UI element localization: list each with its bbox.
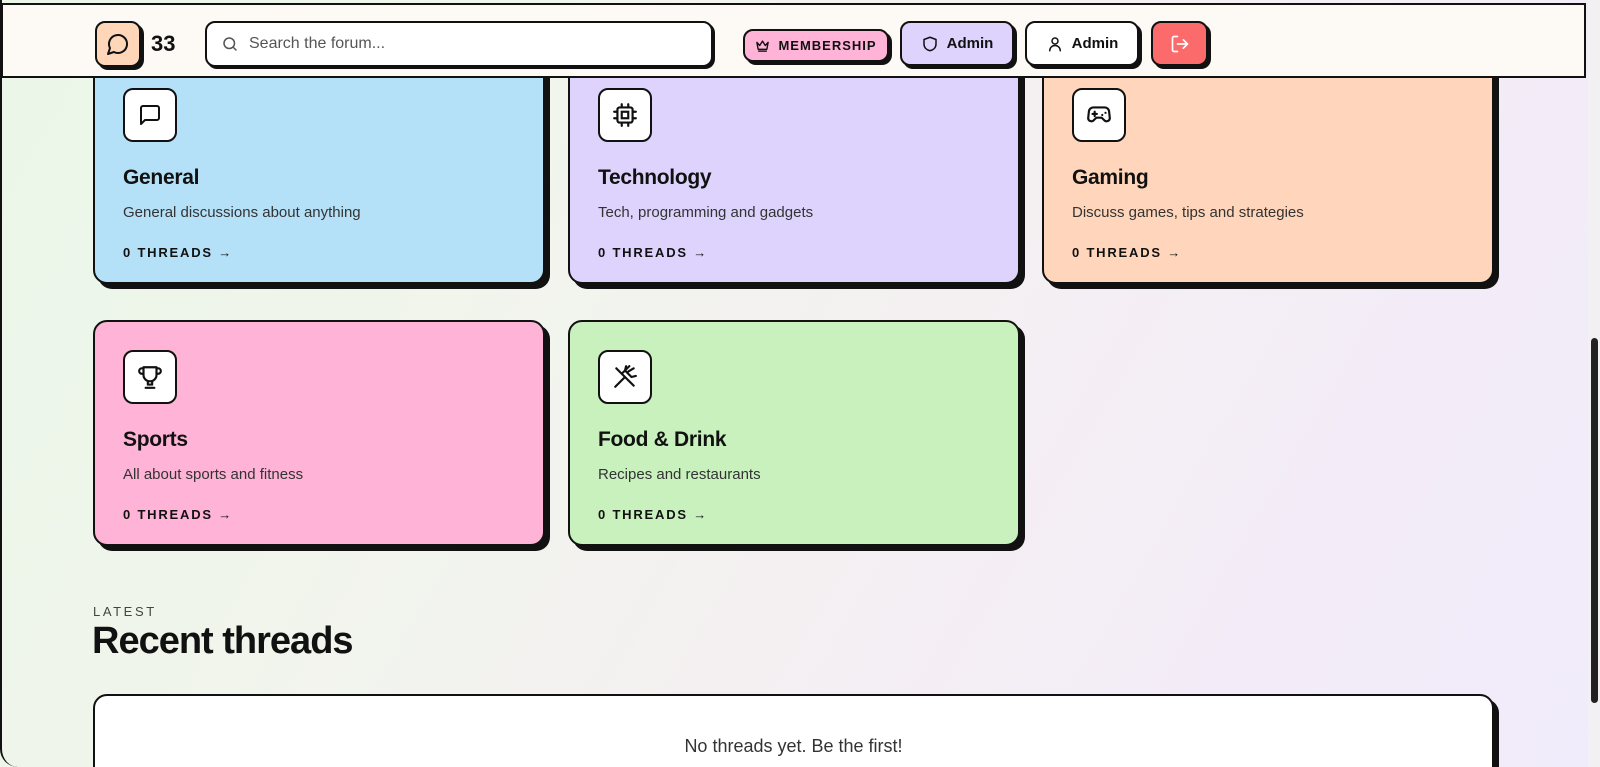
top-header: 33 MEMBERSHIP Admin Admin xyxy=(1,3,1586,78)
category-threads-link[interactable]: 0 THREADS → xyxy=(123,507,515,522)
logo-button[interactable] xyxy=(95,21,141,67)
scrollbar-thumb[interactable] xyxy=(1591,338,1598,703)
user-profile-button[interactable]: Admin xyxy=(1025,21,1139,66)
search-input[interactable] xyxy=(249,35,689,53)
search-icon xyxy=(221,35,239,53)
category-description: Discuss games, tips and strategies xyxy=(1072,204,1304,221)
category-threads-link[interactable]: 0 THREADS → xyxy=(1072,245,1464,260)
cpu-icon xyxy=(598,88,652,142)
logout-button[interactable] xyxy=(1151,21,1208,66)
search-bar[interactable] xyxy=(205,21,713,67)
category-threads-link[interactable]: 0 THREADS → xyxy=(598,507,990,522)
category-card-general[interactable]: General General discussions about anythi… xyxy=(93,58,545,284)
admin-role-button[interactable]: Admin xyxy=(900,21,1014,66)
category-card-food-drink[interactable]: Food & Drink Recipes and restaurants 0 T… xyxy=(568,320,1020,546)
membership-label: MEMBERSHIP xyxy=(778,38,877,53)
category-description: All about sports and fitness xyxy=(123,466,304,483)
category-description: Recipes and restaurants xyxy=(598,466,761,483)
category-threads-link[interactable]: 0 THREADS → xyxy=(123,245,515,260)
category-card-technology[interactable]: Technology Tech, programming and gadgets… xyxy=(568,58,1020,284)
logo-count: 33 xyxy=(151,31,176,56)
shield-icon xyxy=(921,35,939,53)
section-title: Recent threads xyxy=(92,620,354,662)
category-title: General xyxy=(123,166,200,189)
crown-icon xyxy=(755,38,770,53)
utensils-icon xyxy=(598,350,652,404)
membership-button[interactable]: MEMBERSHIP xyxy=(743,29,889,62)
gamepad-icon xyxy=(1072,88,1126,142)
message-square-icon xyxy=(123,88,177,142)
user-label: Admin xyxy=(1071,35,1119,52)
category-card-sports[interactable]: Sports All about sports and fitness 0 TH… xyxy=(93,320,545,546)
category-title: Sports xyxy=(123,428,188,451)
recent-threads-panel: No threads yet. Be the first! xyxy=(93,694,1494,767)
trophy-icon xyxy=(123,350,177,404)
message-circle-icon xyxy=(106,32,130,56)
category-threads-link[interactable]: 0 THREADS → xyxy=(598,245,990,260)
category-description: Tech, programming and gadgets xyxy=(598,204,814,221)
category-description: General discussions about anything xyxy=(123,204,361,221)
category-title: Technology xyxy=(598,166,712,189)
empty-state-message: No threads yet. Be the first! xyxy=(684,736,903,756)
user-icon xyxy=(1046,35,1064,53)
admin-role-label: Admin xyxy=(946,35,994,52)
log-out-icon xyxy=(1170,34,1190,54)
category-card-gaming[interactable]: Gaming Discuss games, tips and strategie… xyxy=(1042,58,1494,284)
section-eyebrow: LATEST xyxy=(93,604,157,619)
category-title: Food & Drink xyxy=(598,428,727,451)
category-title: Gaming xyxy=(1072,166,1149,189)
